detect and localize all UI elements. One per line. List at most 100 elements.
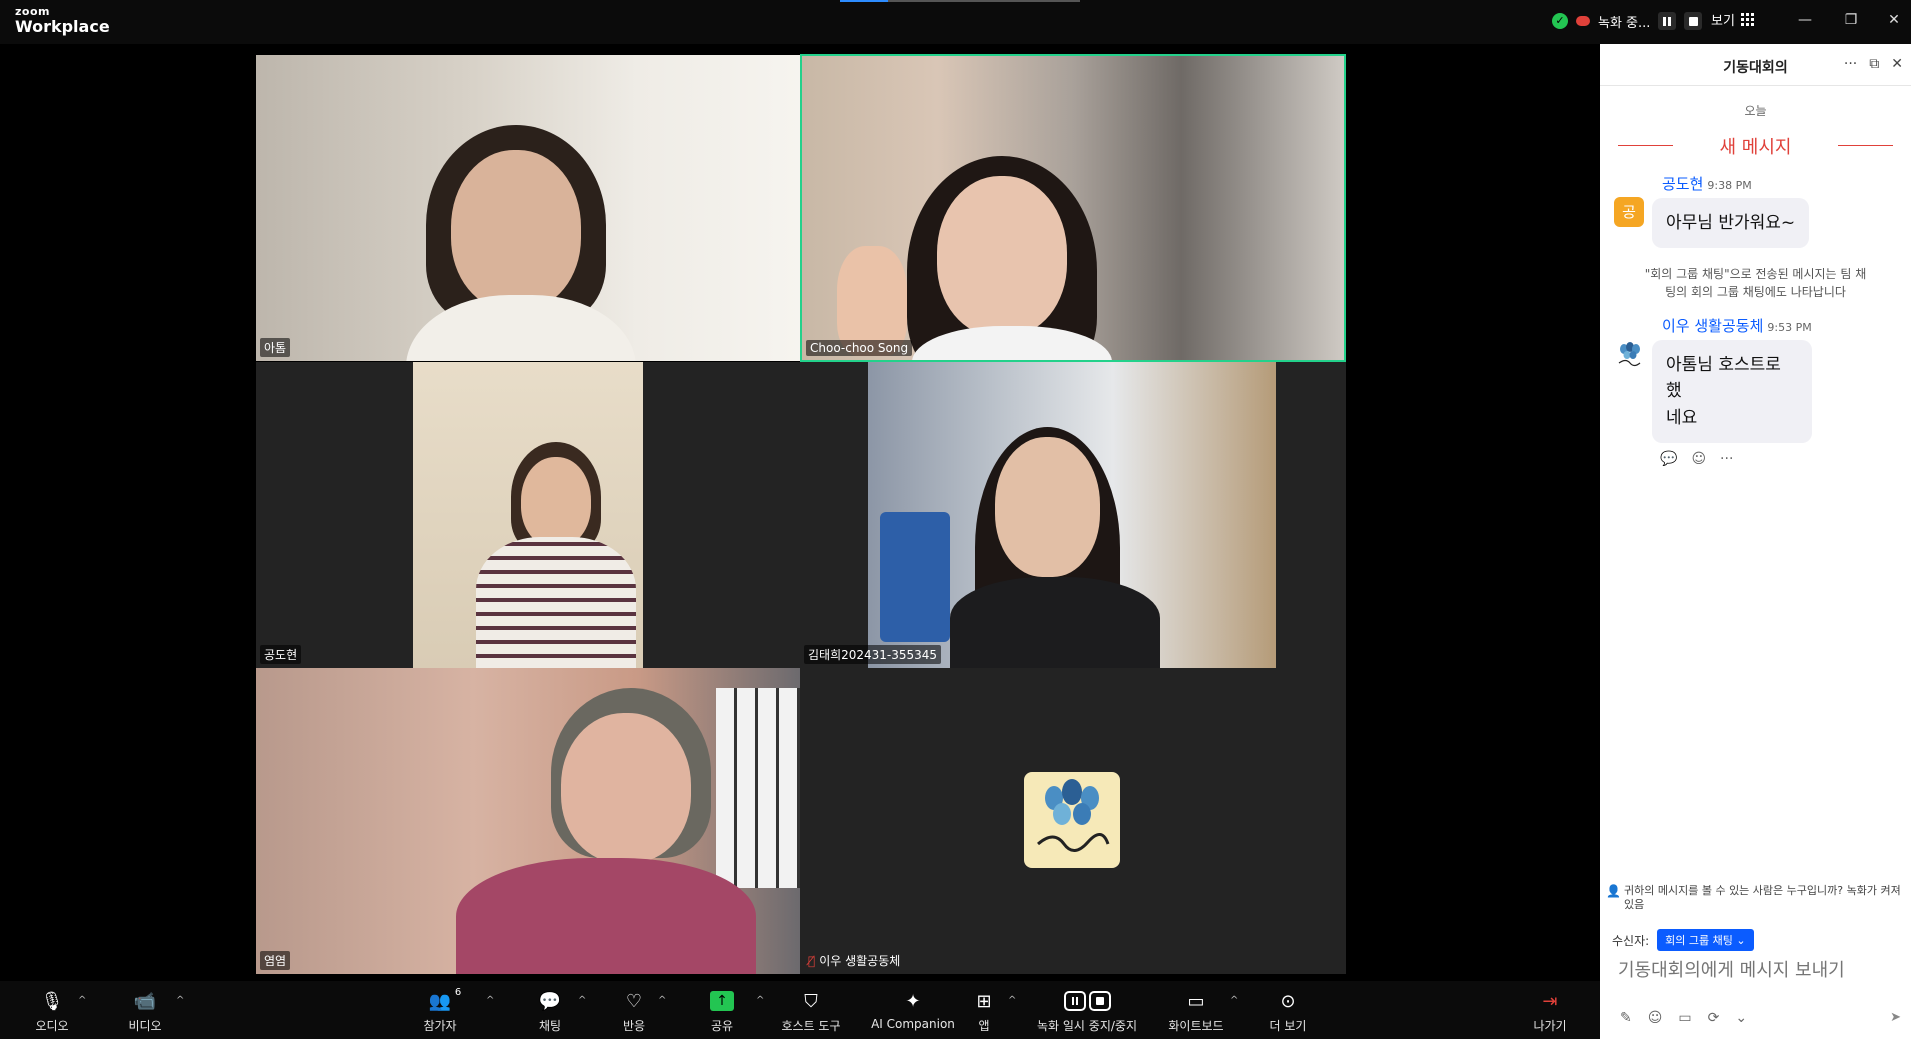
- video-tile-choo-choo-song[interactable]: Choo-choo Song: [800, 54, 1346, 362]
- chat-message[interactable]: 공 공도현 9:38 PM 아무님 반가워요~: [1614, 173, 1911, 249]
- message-text-line: 네요: [1666, 407, 1698, 428]
- share-button[interactable]: ↑ 공유: [702, 989, 742, 1035]
- apps-label: 앱: [978, 1019, 990, 1033]
- close-window-button[interactable]: ✕: [1879, 8, 1909, 32]
- more-actions-icon[interactable]: ···: [1720, 451, 1733, 467]
- participants-icon: 👥 6: [428, 987, 462, 1012]
- video-camera-icon: 📹: [133, 990, 157, 1012]
- person-face: [561, 713, 691, 863]
- participant-name-tag: 김태희202431-355345: [804, 645, 942, 664]
- participant-name-tag: 염염: [260, 951, 291, 970]
- recording-label: 녹화 중...: [1598, 15, 1651, 31]
- sender-name: 공도현: [1662, 175, 1704, 193]
- view-button[interactable]: 보기: [1711, 10, 1754, 29]
- apps-options-caret[interactable]: ^: [1008, 995, 1016, 1006]
- whiteboard-button[interactable]: ▭ 화이트보드: [1164, 989, 1228, 1035]
- sender-avatar: [1614, 339, 1644, 370]
- stop-recording-button[interactable]: [1684, 12, 1703, 30]
- chat-label: 채팅: [538, 1019, 562, 1033]
- add-reaction-icon[interactable]: ☺: [1691, 451, 1706, 467]
- participant-name: 이우 생활공동체: [819, 954, 901, 968]
- cloud-recording-icon: [1576, 16, 1590, 26]
- file-icon[interactable]: ▭: [1678, 1010, 1691, 1026]
- whiteboard-options-caret[interactable]: ^: [1230, 995, 1238, 1006]
- participants-count: 6: [454, 987, 462, 998]
- format-text-icon[interactable]: ✎: [1620, 1010, 1632, 1026]
- host-shield-icon: ⛉: [804, 990, 818, 1012]
- audio-label: 오디오: [35, 1019, 69, 1033]
- microphone-icon: 🎙: [40, 990, 64, 1012]
- leave-button[interactable]: ⇥ 나가기: [1530, 989, 1570, 1035]
- grid-view-icon: [1740, 13, 1754, 26]
- emoji-icon[interactable]: ☺: [1648, 1010, 1663, 1026]
- top-progress-bar: [840, 0, 1080, 2]
- chat-panel: 기동대회의 ··· ⧉ ✕ 오늘 새 메시지 공 공도현 9:38 PM 아무님 …: [1600, 44, 1911, 1039]
- video-tile-kim-taehee[interactable]: 김태희202431-355345: [800, 362, 1346, 668]
- reactions-button[interactable]: ♡ 반응: [614, 989, 654, 1035]
- share-options-caret[interactable]: ^: [756, 995, 764, 1006]
- system-note: "회의 그룹 채팅"으로 전송된 메시지는 팀 채팅의 회의 그룹 채팅에도 나…: [1644, 267, 1867, 299]
- participant-name-tag: 아톰: [260, 338, 291, 357]
- leave-label: 나가기: [1533, 1019, 1567, 1033]
- video-tile-yeom-yeom[interactable]: 염염: [256, 668, 800, 974]
- video-tile-gong-dohyun[interactable]: 공도현: [256, 362, 800, 668]
- video-button[interactable]: 📹 비디오: [122, 989, 168, 1035]
- reactions-options-caret[interactable]: ^: [658, 995, 666, 1006]
- participants-button[interactable]: 👥 6 참가자: [418, 987, 462, 1035]
- host-tools-label: 호스트 도구: [781, 1019, 841, 1033]
- apps-button[interactable]: ⊞ 앱: [964, 989, 1004, 1035]
- message-text-line: 아톰님 호스트로 했: [1666, 355, 1781, 402]
- user-info-icon: 👤: [1606, 884, 1621, 898]
- person-body: [476, 537, 636, 668]
- video-options-caret[interactable]: ^: [176, 995, 184, 1006]
- privacy-text: 귀하의 메시지를 볼 수 있는 사람은 누구입니까? 녹화가 켜져 있음: [1624, 884, 1901, 912]
- message-bubble: 아톰님 호스트로 했 네요: [1652, 340, 1812, 444]
- reply-icon[interactable]: 💬: [1660, 451, 1677, 467]
- video-tile-iu-community[interactable]: 🎙̸ 이우 생활공동체: [800, 668, 1346, 974]
- minimize-window-button[interactable]: —: [1790, 8, 1820, 32]
- chat-message-input[interactable]: [1618, 960, 1898, 981]
- apps-icon: ⊞: [976, 990, 992, 1012]
- recording-controls-button[interactable]: 녹화 일시 중지/중지: [1030, 989, 1144, 1035]
- participant-name-tag: 🎙̸ 이우 생활공동체: [804, 951, 904, 970]
- background-window: [716, 688, 800, 888]
- chat-options-caret[interactable]: ^: [578, 995, 586, 1006]
- pause-recording-button[interactable]: [1658, 12, 1677, 30]
- chat-button[interactable]: 💬 채팅: [530, 989, 570, 1035]
- pause-stop-recording-icon: [1063, 989, 1111, 1013]
- heart-icon: ♡: [625, 990, 643, 1012]
- person-face: [995, 437, 1100, 577]
- recording-status: ✓ 녹화 중...: [1552, 10, 1703, 32]
- video-tile-atom[interactable]: 아톰: [256, 55, 800, 361]
- meeting-toolbar: 🎙 오디오 ^ 📹 비디오 ^ 👥 6 참가자 ^ 💬 채팅 ^ ♡ 반응 ^ ↑…: [0, 981, 1600, 1039]
- sender-avatar: 공: [1614, 197, 1644, 227]
- recipient-dropdown[interactable]: 회의 그룹 채팅 ⌄: [1657, 929, 1754, 951]
- leave-door-icon: ⇥: [1542, 990, 1558, 1012]
- message-time: 9:38 PM: [1707, 179, 1752, 192]
- more-options-icon[interactable]: ···: [1844, 56, 1857, 72]
- more-button[interactable]: ⊙ 더 보기: [1266, 989, 1310, 1035]
- share-label: 공유: [710, 1019, 734, 1033]
- person-face: [937, 176, 1067, 336]
- person-body: [456, 858, 756, 974]
- close-chat-icon[interactable]: ✕: [1891, 56, 1903, 72]
- chevron-down-icon[interactable]: ⌄: [1735, 1010, 1747, 1026]
- audio-options-caret[interactable]: ^: [78, 995, 86, 1006]
- ai-companion-button[interactable]: ✦ AI Companion: [858, 989, 968, 1035]
- message-time: 9:53 PM: [1767, 321, 1812, 335]
- community-avatar: [1024, 772, 1120, 868]
- view-label: 보기: [1711, 14, 1735, 29]
- share-screen-icon: ↑: [710, 989, 734, 1013]
- send-icon[interactable]: ➤: [1890, 1010, 1901, 1025]
- restore-window-button[interactable]: ❐: [1836, 8, 1866, 32]
- pop-out-icon[interactable]: ⧉: [1869, 56, 1879, 72]
- host-tools-button[interactable]: ⛉ 호스트 도구: [776, 989, 846, 1035]
- muted-microphone-icon: 🎙̸: [808, 954, 816, 968]
- privacy-notice[interactable]: 👤 귀하의 메시지를 볼 수 있는 사람은 누구입니까? 녹화가 켜져 있음: [1606, 884, 1911, 913]
- screenshot-icon[interactable]: ⟳: [1708, 1010, 1720, 1026]
- audio-button[interactable]: 🎙 오디오: [32, 989, 72, 1035]
- participants-options-caret[interactable]: ^: [486, 995, 494, 1006]
- security-shield-icon[interactable]: ✓: [1552, 13, 1568, 29]
- title-bar: zoom Workplace ✓ 녹화 중... 보기 — ❐ ✕: [0, 0, 1911, 44]
- chat-message[interactable]: 이우 생활공동체 9:53 PM 아톰님 호스트로 했 네요: [1614, 315, 1911, 444]
